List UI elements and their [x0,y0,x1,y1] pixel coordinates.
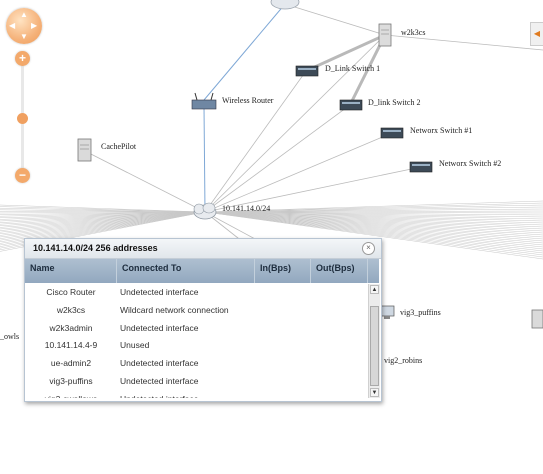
scroll-down-icon[interactable]: ▼ [370,388,379,397]
switch-icon-dlink1[interactable] [295,65,319,77]
cell-name: vig3-swallows [25,391,117,398]
link-w2k3cs-edge [384,34,543,51]
cell-name: 10.141.14.4-9 [44,340,98,351]
column-header-out[interactable]: Out(Bps) [311,259,368,283]
close-icon[interactable]: × [362,242,375,255]
cell-connected-to: Undetected interface [120,391,255,398]
subnet-details-popup: 10.141.14.0/24 256 addresses × Name Conn… [24,238,382,402]
cell-connected-to: Undetected interface [120,375,199,386]
link-w2k3cs [204,34,386,213]
zoom-slider-thumb[interactable] [17,113,28,124]
link-cloud-w2k3cs [284,3,386,36]
table-row[interactable]: vig3-swallowsUndetected interface [25,391,368,398]
table-row[interactable]: vig3-puffins Undetected interface [25,373,368,391]
server-icon-right-edge[interactable] [531,309,543,329]
table-row[interactable]: w2k3cs Wildcard network connection [25,302,368,320]
cell-name: Cisco Router [46,287,96,297]
monitor-icon-puffins[interactable] [379,305,395,319]
node-label-networx1[interactable]: Networx Switch #1 [410,126,472,135]
node-label-networx2[interactable]: Networx Switch #2 [439,159,501,168]
popup-header: 10.141.14.0/24 256 addresses × [25,239,381,259]
column-header-in[interactable]: In(Bps) [255,259,311,283]
node-label-w2k3cs[interactable]: w2k3cs [401,28,425,37]
node-label-robins[interactable]: vig2_robins [384,356,422,365]
cell-connected-to: Unused [120,340,150,351]
cloud-icon-top[interactable] [270,0,300,10]
pan-control[interactable]: ▲ ▼ ◀ ▶ [6,8,42,44]
address-table-body: Cisco Router Undetected interface w2k3cs Wi… [25,284,368,398]
scrollbar-thumb[interactable] [370,306,379,386]
node-label-dlink2[interactable]: D_link Switch 2 [368,98,420,107]
zoom-in-button[interactable]: + [15,51,30,66]
cell-name: w2k3admin [49,322,93,333]
table-row[interactable]: 10.141.14.4-9 Unused [25,337,368,355]
node-label-wireless-router[interactable]: Wireless Router [222,96,273,105]
scroll-up-icon[interactable]: ▲ [370,285,379,294]
switch-icon-networx2[interactable] [409,161,433,173]
cell-connected-to: Undetected interface [120,358,199,369]
pan-up-icon[interactable]: ▲ [20,11,28,19]
node-label-dlink1[interactable]: D_Link Switch 1 [325,64,380,73]
switch-icon-networx1[interactable] [380,127,404,139]
cell-connected-to: Undetected interface [120,322,199,333]
router-icon-wireless[interactable] [191,92,217,110]
subnet-fan-link-right [204,211,543,234]
table-row[interactable]: ue-admin2 Undetected interface [25,355,368,373]
link-dlink2 [204,104,351,213]
table-row[interactable]: w2k3admin Undetected interface [25,320,368,338]
network-map[interactable] [0,0,543,474]
link-cachepilot [82,149,206,213]
server-icon-cachepilot[interactable] [77,138,92,162]
column-header-name[interactable]: Name [25,259,117,283]
pan-down-icon[interactable]: ▼ [20,33,28,41]
node-label-puffins[interactable]: vig3_puffins [400,308,441,317]
column-header-connected[interactable]: Connected To [117,259,255,283]
link-wireless-router [203,105,206,213]
vertical-scrollbar[interactable]: ▲ ▼ [368,284,380,398]
side-panel-toggle[interactable]: ◀ [530,22,543,46]
cell-name: w2k3cs [56,304,86,315]
cell-connected-to: Undetected interface [120,287,199,297]
pan-right-icon[interactable]: ▶ [31,22,37,30]
table-header: Name Connected To In(Bps) Out(Bps) [25,259,379,283]
pan-left-icon[interactable]: ◀ [9,22,15,30]
table-row[interactable]: Cisco Router Undetected interface [25,284,368,302]
zoom-out-button[interactable]: − [15,168,30,183]
server-icon-w2k3cs[interactable] [378,23,392,47]
cell-name: vig3-puffins [49,375,93,386]
subnet-cloud-icon[interactable] [193,202,217,220]
node-label-owls[interactable]: _owls [0,332,19,341]
popup-title: 10.141.14.0/24 256 addresses [33,243,158,253]
cell-connected-to: Wildcard network connection [120,304,229,315]
switch-icon-dlink2[interactable] [339,99,363,111]
node-label-cachepilot[interactable]: CachePilot [101,142,136,151]
node-label-subnet[interactable]: 10.141.14.0/24 [222,204,270,213]
link-wireless-cloud [203,3,286,101]
cell-name: ue-admin2 [50,358,92,369]
